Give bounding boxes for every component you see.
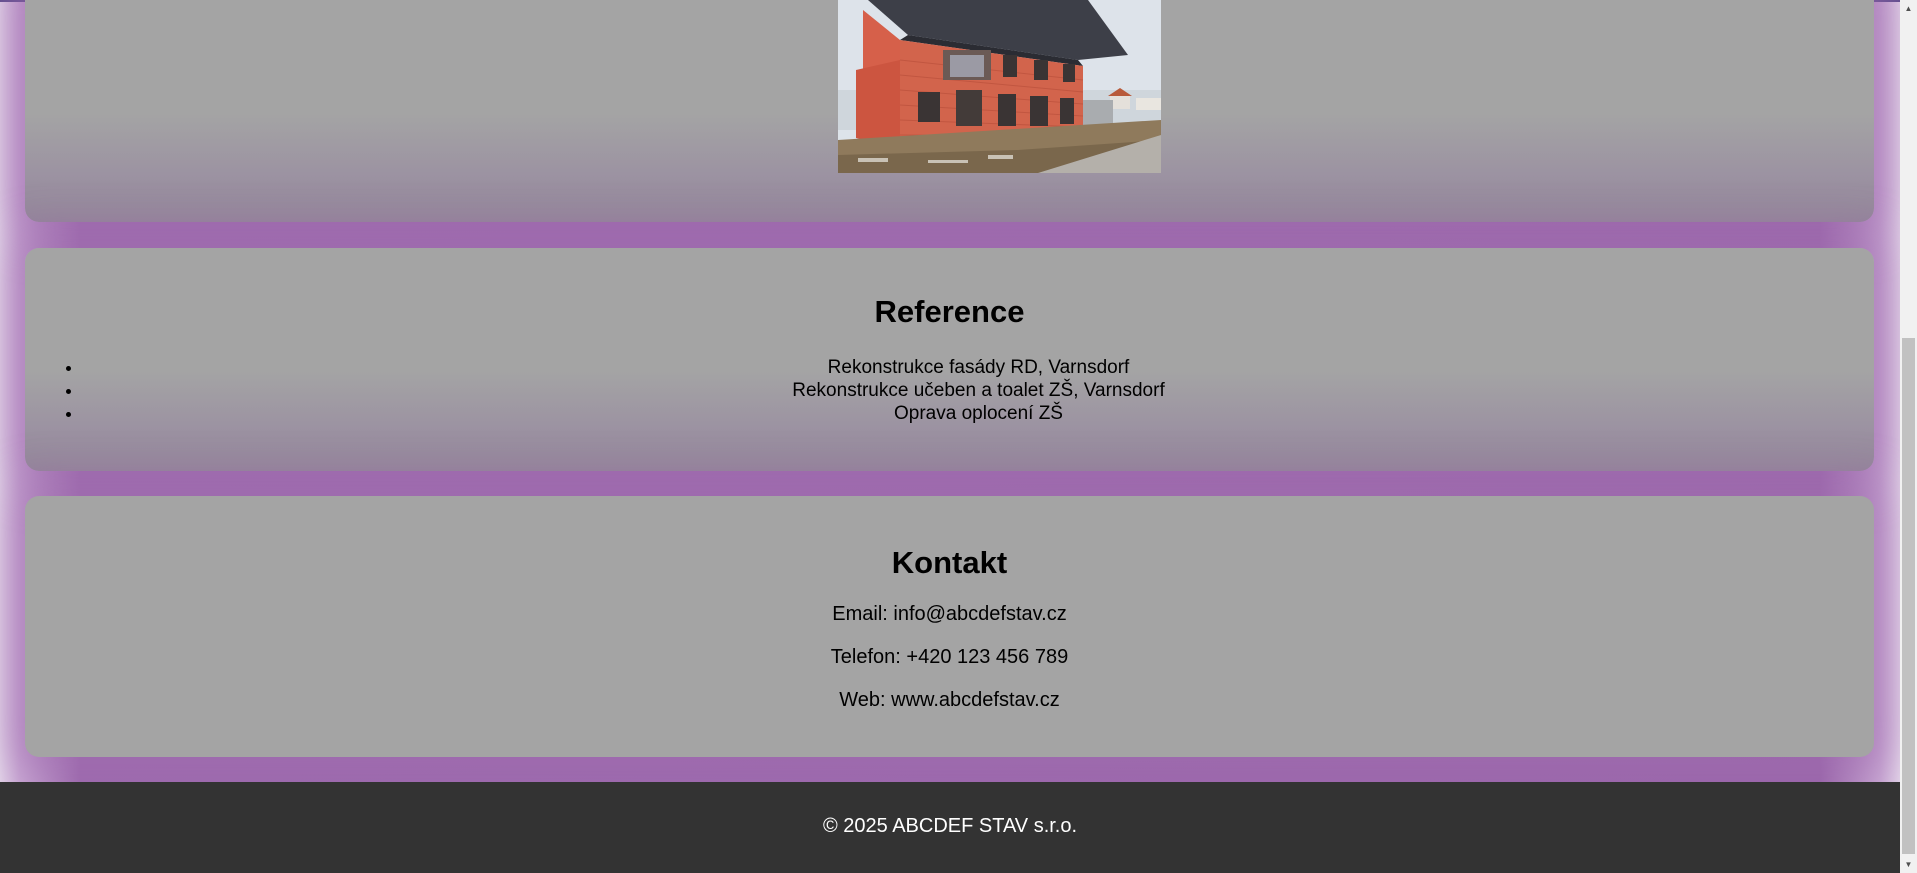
arrow-down-icon[interactable]: ▼ (1900, 856, 1917, 873)
scrollbar-thumb[interactable] (1902, 338, 1915, 854)
contact-section: Kontakt Email: info@abcdefstav.cz Telefo… (25, 496, 1874, 757)
vertical-scrollbar[interactable]: ▲ ▼ (1900, 0, 1917, 873)
list-item: Rekonstrukce učeben a toalet ZŠ, Varnsdo… (83, 379, 1874, 402)
list-item: Rekonstrukce fasády RD, Varnsdorf (83, 356, 1874, 379)
building-photo-image (838, 0, 1161, 173)
references-list: Rekonstrukce fasády RD, Varnsdorf Rekons… (25, 356, 1874, 425)
contact-phone: Telefon: +420 123 456 789 (830, 646, 1069, 668)
footer-copyright: © 2025 ABCDEF STAV s.r.o. (822, 815, 1078, 837)
gallery-card (25, 0, 1874, 222)
contact-heading: Kontakt (891, 545, 1008, 580)
arrow-up-icon[interactable]: ▲ (1900, 0, 1917, 17)
page-background: Reference Rekonstrukce fasády RD, Varnsd… (0, 0, 1900, 873)
references-heading: Reference (874, 294, 1025, 329)
contact-web: Web: www.abcdefstav.cz (839, 689, 1060, 711)
list-item: Oprava oplocení ZŠ (83, 402, 1874, 425)
footer: © 2025 ABCDEF STAV s.r.o. (0, 782, 1900, 873)
building-photo (838, 0, 1161, 173)
references-section: Reference Rekonstrukce fasády RD, Varnsd… (25, 248, 1874, 471)
contact-email: Email: info@abcdefstav.cz (832, 603, 1067, 625)
